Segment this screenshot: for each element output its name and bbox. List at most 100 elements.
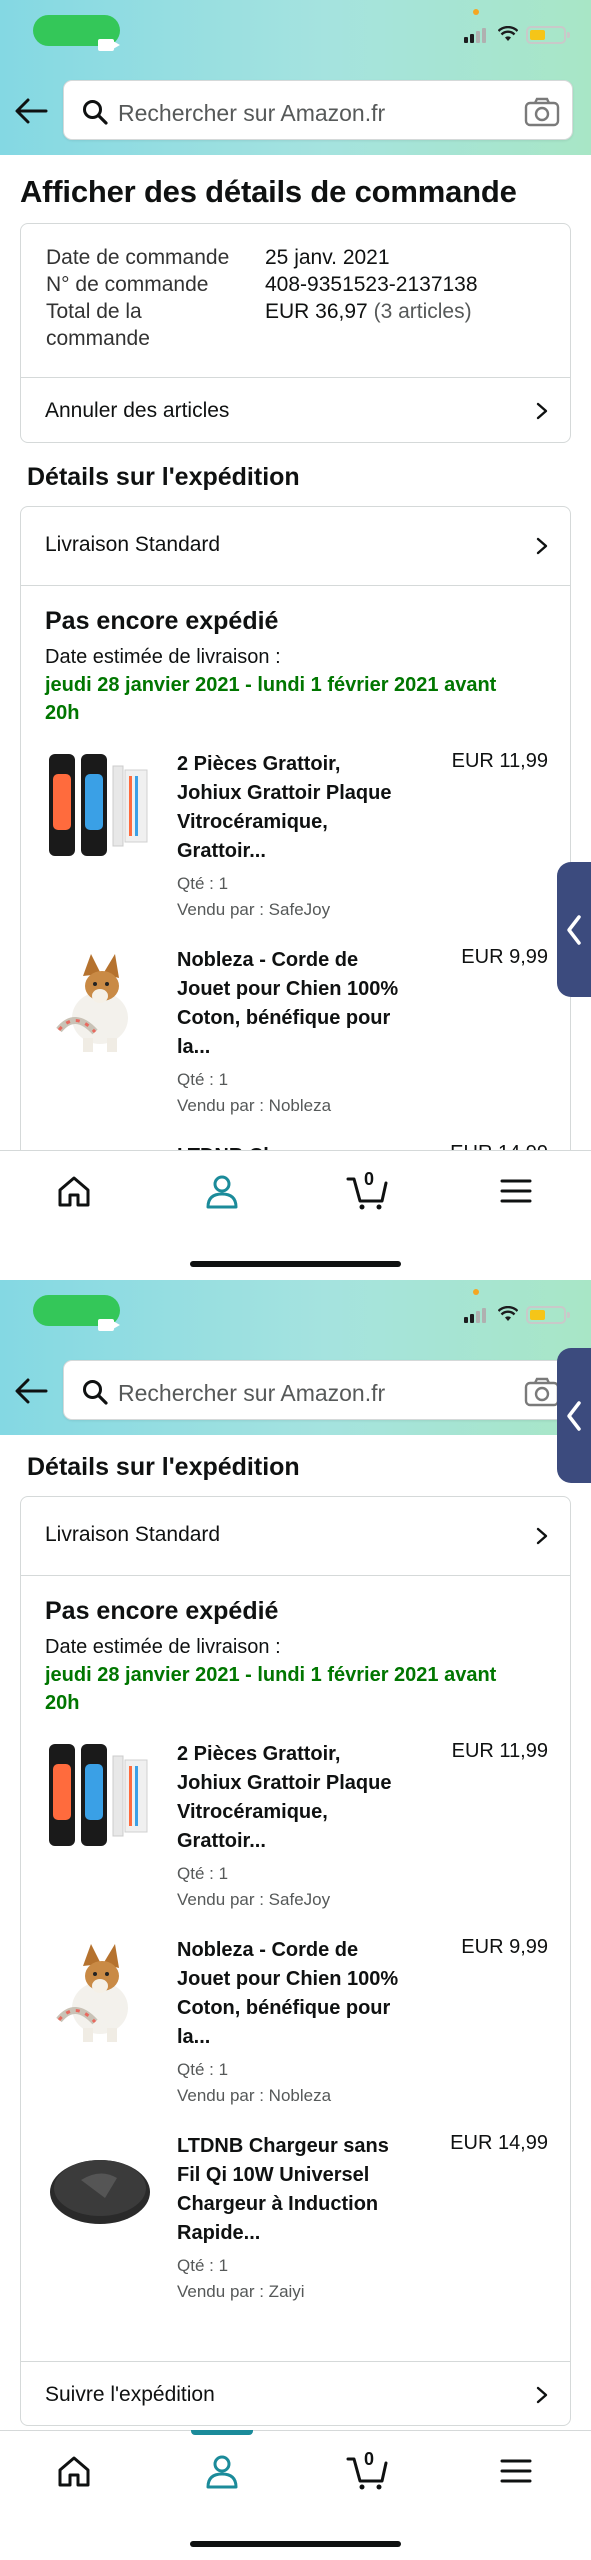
bottom-tab-bar: 0 bbox=[0, 2430, 591, 2560]
estimated-delivery-date: jeudi 28 janvier 2021 - lundi 1 février … bbox=[45, 1661, 555, 1717]
side-panel-tab[interactable] bbox=[557, 862, 591, 997]
chevron-right-icon bbox=[536, 402, 548, 420]
item-seller: Vendu par : SafeJoy bbox=[177, 900, 331, 919]
privacy-indicator-dot bbox=[473, 9, 479, 15]
battery-icon bbox=[526, 1306, 570, 1324]
dog-rope-toy-product-image bbox=[56, 1944, 128, 2042]
status-bar bbox=[0, 0, 591, 51]
scraper-product-image bbox=[49, 1744, 148, 1846]
item-name[interactable]: 2 Pièces Grattoir, Johiux Grattoir Plaque… bbox=[177, 1740, 422, 1856]
cart-button[interactable]: 0 bbox=[346, 1169, 390, 1211]
wifi-icon bbox=[498, 26, 518, 41]
home-icon[interactable] bbox=[52, 1171, 96, 1211]
camera-search-icon[interactable] bbox=[524, 1377, 560, 1407]
wifi-icon bbox=[498, 1306, 518, 1321]
item-quantity: Qté : 1 bbox=[177, 1864, 229, 1883]
chevron-left-icon bbox=[567, 1401, 581, 1431]
menu-icon[interactable] bbox=[494, 2451, 538, 2491]
camera-search-icon[interactable] bbox=[524, 97, 560, 127]
item-seller: Vendu par : Nobleza bbox=[177, 2086, 332, 2105]
order-item[interactable]: 2 Pièces Grattoir, Johiux Grattoir Plaque… bbox=[21, 1738, 572, 1928]
home-icon[interactable] bbox=[52, 2451, 96, 2491]
app-header: Rechercher sur Amazon.fr bbox=[0, 0, 591, 155]
active-tab-indicator bbox=[191, 2430, 253, 2435]
scraper-product-image bbox=[49, 754, 148, 856]
item-name[interactable]: Nobleza - Corde de Jouet pour Chien 100% C… bbox=[177, 1936, 422, 2052]
item-name[interactable]: LTDNB Chargeur sansFil Qi 10W UniverselC… bbox=[177, 2132, 422, 2248]
back-arrow-icon[interactable] bbox=[14, 1377, 48, 1405]
shipment-card: Livraison Standard Pas encore expédié Da… bbox=[20, 506, 572, 1254]
menu-icon[interactable] bbox=[494, 1171, 538, 1211]
estimated-delivery-label: Date estimée de livraison : bbox=[45, 1636, 281, 1658]
order-total-value: EUR 36,97 (3 articles) bbox=[265, 300, 472, 324]
order-total-label: Total de la bbox=[46, 300, 142, 323]
screenshot-bottom: Rechercher sur Amazon.fr Détails sur l'e… bbox=[0, 1280, 591, 2560]
search-icon bbox=[83, 100, 108, 125]
item-name[interactable]: Nobleza - Corde de Jouet pour Chien 100% C… bbox=[177, 946, 422, 1062]
status-bar bbox=[0, 1280, 591, 1331]
cart-count: 0 bbox=[364, 1169, 375, 1189]
order-item[interactable]: Nobleza - Corde de Jouet pour Chien 100% C… bbox=[21, 944, 572, 1134]
back-arrow-icon[interactable] bbox=[14, 97, 48, 125]
item-seller: Vendu par : Nobleza bbox=[177, 1096, 332, 1115]
side-panel-tab[interactable] bbox=[557, 1348, 591, 1483]
item-price: EUR 11,99 bbox=[451, 750, 548, 772]
estimated-delivery-date-line2: 20h bbox=[45, 1692, 80, 1714]
chevron-right-icon bbox=[536, 1527, 548, 1545]
cart-count: 0 bbox=[364, 2449, 375, 2469]
cart-button[interactable]: 0 bbox=[346, 2449, 390, 2491]
chevron-left-icon bbox=[567, 915, 581, 945]
cancel-items-button[interactable]: Annuler des articles bbox=[21, 378, 570, 444]
search-input[interactable]: Rechercher sur Amazon.fr bbox=[118, 1380, 385, 1407]
item-quantity: Qté : 1 bbox=[177, 2256, 229, 2275]
item-price: EUR 9,99 bbox=[461, 1936, 548, 1958]
battery-icon bbox=[526, 26, 570, 44]
order-total-label-line2: commande bbox=[46, 327, 150, 350]
track-shipment-button[interactable]: Suivre l'expédition bbox=[21, 2362, 570, 2428]
order-item[interactable]: Nobleza - Corde de Jouet pour Chien 100% C… bbox=[21, 1934, 572, 2124]
account-icon[interactable] bbox=[200, 1171, 244, 1211]
bottom-tab-bar: 0 bbox=[0, 1150, 591, 1280]
divider bbox=[21, 585, 570, 586]
order-number-value: 408-9351523-2137138 bbox=[265, 273, 478, 296]
cancel-items-label: Annuler des articles bbox=[45, 399, 230, 422]
screenshot-top: Rechercher sur Amazon.fr Afficher des dé… bbox=[0, 0, 591, 1280]
cellular-signal-icon bbox=[464, 27, 488, 43]
chevron-right-icon bbox=[536, 537, 548, 555]
search-input[interactable]: Rechercher sur Amazon.fr bbox=[118, 100, 385, 127]
search-bar[interactable]: Rechercher sur Amazon.fr bbox=[63, 80, 573, 140]
item-quantity: Qté : 1 bbox=[177, 1070, 229, 1089]
delivery-method-button[interactable]: Livraison Standard bbox=[21, 507, 570, 585]
item-name[interactable]: 2 Pièces Grattoir, Johiux Grattoir Plaque… bbox=[177, 750, 422, 866]
delivery-method-label: Livraison Standard bbox=[45, 1523, 221, 1546]
home-indicator bbox=[190, 2541, 401, 2547]
delivery-method-label: Livraison Standard bbox=[45, 533, 221, 556]
account-icon[interactable] bbox=[200, 2451, 244, 2491]
order-summary-card: Date de commande 25 janv. 2021 N° de com… bbox=[20, 223, 571, 443]
estimated-delivery-date-line1: jeudi 28 janvier 2021 - lundi 1 février … bbox=[45, 674, 497, 696]
item-quantity: Qté : 1 bbox=[177, 2060, 229, 2079]
order-number-label: N° de commande bbox=[46, 273, 209, 296]
chevron-right-icon bbox=[536, 2386, 548, 2404]
order-item[interactable]: 2 Pièces Grattoir, Johiux Grattoir Plaque… bbox=[21, 748, 572, 938]
shipment-card: Livraison Standard Pas encore expédié Da… bbox=[20, 1496, 571, 2426]
video-camera-icon bbox=[98, 1319, 120, 1331]
order-date-value: 25 janv. 2021 bbox=[265, 246, 390, 269]
item-price: EUR 14,99 bbox=[450, 2132, 548, 2154]
dog-rope-toy-product-image bbox=[56, 954, 128, 1052]
item-price: EUR 11,99 bbox=[451, 1740, 548, 1762]
shipment-section-title: Détails sur l'expédition bbox=[27, 1453, 300, 1481]
shipment-status: Pas encore expédié bbox=[45, 607, 279, 635]
divider bbox=[21, 1575, 570, 1576]
app-header: Rechercher sur Amazon.fr bbox=[0, 1280, 591, 1435]
order-item[interactable]: LTDNB Chargeur sansFil Qi 10W UniverselC… bbox=[21, 2130, 572, 2320]
item-quantity: Qté : 1 bbox=[177, 874, 229, 893]
estimated-delivery-date-line2: 20h bbox=[45, 702, 80, 724]
page-title: Afficher des détails de commande bbox=[20, 174, 517, 209]
wireless-charger-product-image bbox=[50, 2160, 150, 2224]
camera-in-use-pill bbox=[33, 1295, 120, 1331]
item-seller: Vendu par : SafeJoy bbox=[177, 1890, 331, 1909]
order-item-count: (3 articles) bbox=[373, 300, 472, 323]
delivery-method-button[interactable]: Livraison Standard bbox=[21, 1497, 570, 1575]
search-bar[interactable]: Rechercher sur Amazon.fr bbox=[63, 1360, 573, 1420]
